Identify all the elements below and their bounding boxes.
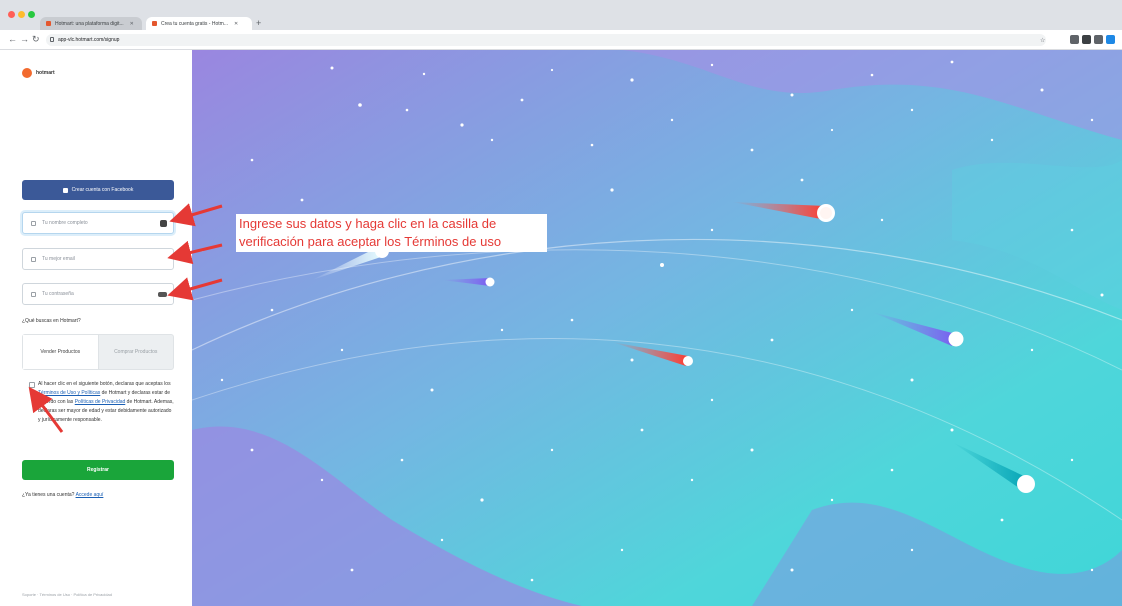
login-link[interactable]: Accede aquí bbox=[76, 492, 104, 498]
instruction-line-2: verificación para aceptar los Términos d… bbox=[239, 234, 502, 249]
forward-arrow-icon[interactable]: → bbox=[20, 33, 29, 45]
address-text: app-vlc.hotmart.com/signup bbox=[58, 37, 120, 43]
browser-tab-1[interactable]: Hotmart: una plataforma digit... ✕ bbox=[40, 17, 142, 30]
reload-icon[interactable]: ↻ bbox=[32, 33, 40, 45]
terms-checkbox[interactable] bbox=[29, 382, 35, 388]
profile-avatar[interactable] bbox=[1106, 35, 1115, 44]
email-placeholder: Tu mejor email bbox=[42, 256, 75, 262]
show-password-eye-icon[interactable] bbox=[158, 292, 167, 297]
buy-products-option[interactable]: Comprar Productos bbox=[99, 335, 174, 369]
intent-question: ¿Qué buscas en Hotmart? bbox=[22, 318, 81, 324]
password-field[interactable]: Tu contraseña bbox=[22, 283, 174, 305]
mail-icon bbox=[31, 256, 36, 262]
user-icon bbox=[31, 220, 36, 226]
maximize-window-button[interactable] bbox=[28, 11, 35, 18]
hotmart-favicon-icon bbox=[46, 21, 51, 26]
screen: Hotmart: una plataforma digit... ✕ Crea … bbox=[0, 0, 1122, 606]
lock-icon bbox=[31, 291, 36, 297]
facebook-button-label: Crear cuenta con Facebook bbox=[71, 187, 134, 193]
buy-products-label: Comprar Productos bbox=[114, 348, 158, 355]
full-name-placeholder: Tu nombre completo bbox=[42, 220, 88, 226]
bookmark-star-icon[interactable]: ☆ bbox=[1040, 37, 1045, 44]
address-bar[interactable]: app-vlc.hotmart.com/signup bbox=[46, 34, 1046, 46]
browser-tab-bar: Hotmart: una plataforma digit... ✕ Crea … bbox=[0, 0, 1122, 30]
minimize-window-button[interactable] bbox=[18, 11, 25, 18]
facebook-icon bbox=[62, 187, 68, 193]
sell-products-option[interactable]: Vender Productos bbox=[23, 335, 99, 369]
terms-of-use-link[interactable]: Términos de Uso y Políticas bbox=[38, 390, 100, 396]
close-tab-icon[interactable]: ✕ bbox=[130, 21, 134, 27]
login-prompt: ¿Ya tienes una cuenta? Accede aquí bbox=[22, 492, 103, 498]
intent-selector: Vender Productos Comprar Productos bbox=[22, 334, 174, 370]
register-button[interactable]: Registrar bbox=[22, 460, 174, 480]
close-window-button[interactable] bbox=[8, 11, 15, 18]
facebook-signup-button[interactable]: Crear cuenta con Facebook bbox=[22, 180, 174, 200]
terms-pre: Al hacer clic en el siguiente botón, dec… bbox=[38, 381, 171, 387]
signup-panel: hotmart Crear cuenta con Facebook Tu nom… bbox=[0, 50, 192, 606]
lock-icon bbox=[50, 37, 54, 42]
hotmart-flame-icon bbox=[22, 68, 32, 78]
new-tab-button[interactable]: + bbox=[256, 18, 261, 28]
tab-label: Crea tu cuenta gratis - Hotm... bbox=[161, 20, 228, 27]
instruction-line-1: Ingrese sus datos y haga clic en la casi… bbox=[239, 216, 497, 231]
sell-products-label: Vender Productos bbox=[40, 348, 81, 355]
back-arrow-icon[interactable]: ← bbox=[8, 33, 17, 45]
instruction-callout: Ingrese sus datos y haga clic en la casi… bbox=[236, 214, 547, 252]
tab-label: Hotmart: una plataforma digit... bbox=[55, 20, 124, 27]
hotmart-favicon-icon bbox=[152, 21, 157, 26]
extension-icon[interactable] bbox=[1070, 35, 1079, 44]
autofill-icon[interactable] bbox=[160, 220, 167, 227]
browser-tab-2[interactable]: Crea tu cuenta gratis - Hotm... ✕ bbox=[146, 17, 252, 30]
footer-links: Soporte · Términos de Uso · Política de … bbox=[22, 592, 112, 597]
extension-icon[interactable] bbox=[1082, 35, 1091, 44]
hotmart-logo: hotmart bbox=[22, 68, 55, 78]
have-account-text: ¿Ya tienes una cuenta? bbox=[22, 492, 76, 498]
password-placeholder: Tu contraseña bbox=[42, 291, 74, 297]
close-tab-icon[interactable]: ✕ bbox=[234, 21, 238, 27]
full-name-field[interactable]: Tu nombre completo bbox=[22, 212, 174, 234]
terms-text: Al hacer clic en el siguiente botón, dec… bbox=[38, 380, 174, 425]
extension-icon[interactable] bbox=[1094, 35, 1103, 44]
browser-toolbar: ← → ↻ app-vlc.hotmart.com/signup ☆ bbox=[0, 30, 1122, 50]
space-illustration bbox=[192, 50, 1122, 606]
register-button-label: Registrar bbox=[87, 467, 109, 473]
email-field[interactable]: Tu mejor email bbox=[22, 248, 174, 270]
privacy-policy-link[interactable]: Políticas de Privacidad bbox=[75, 399, 126, 405]
logo-text: hotmart bbox=[36, 70, 55, 76]
